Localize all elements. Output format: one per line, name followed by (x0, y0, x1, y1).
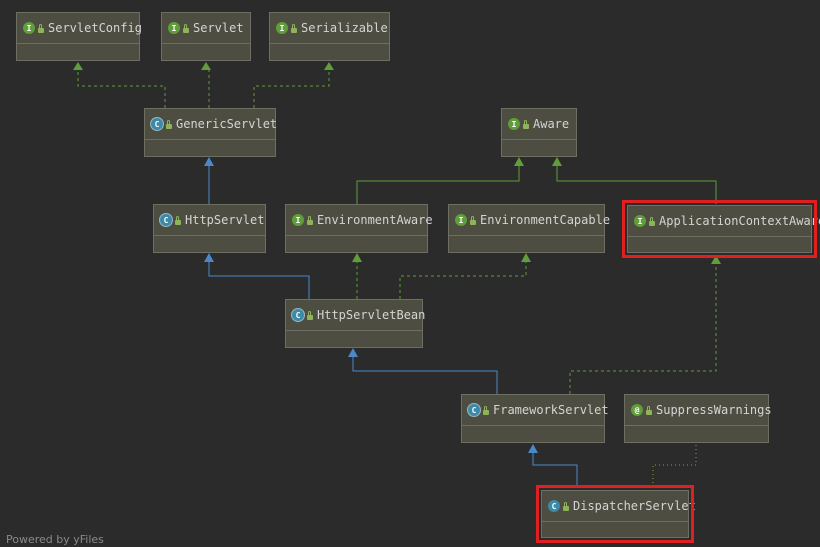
arrowhead-application-context-aware (711, 255, 721, 264)
abstract-class-icon: C (468, 404, 480, 416)
interface-icon: I (168, 22, 180, 34)
node-environment-capable[interactable]: I EnvironmentCapable (448, 204, 610, 253)
node-label: HttpServlet (185, 213, 265, 227)
arrowhead-environment-aware (352, 253, 362, 262)
node-label: SuppressWarnings (656, 403, 772, 417)
node-http-servlet[interactable]: C HttpServlet (153, 204, 266, 253)
lock-icon (307, 310, 313, 320)
node-label: Serializable (301, 21, 388, 35)
class-icon: C (548, 500, 560, 512)
node-http-servlet-bean[interactable]: C HttpServletBean (285, 299, 426, 348)
lock-icon (470, 215, 476, 225)
edge-http-servlet-bean-to-environment-capable (399, 258, 527, 299)
edge-application-context-aware-to-aware (556, 162, 717, 204)
lock-icon (183, 23, 189, 33)
annotation-icon: @ (631, 404, 643, 416)
node-suppress-warnings[interactable]: @ SuppressWarnings (624, 394, 772, 443)
node-label: GenericServlet (176, 117, 278, 131)
edge-generic-servlet-to-servlet-config (77, 66, 166, 108)
node-label: EnvironmentCapable (480, 213, 611, 227)
arrowhead-generic-servlet (204, 157, 214, 166)
edge-framework-servlet-to-http-servlet-bean (352, 353, 498, 394)
lock-icon (563, 501, 569, 511)
node-label: EnvironmentAware (317, 213, 433, 227)
arrowhead-serializable (324, 62, 334, 70)
node-serializable[interactable]: I Serializable (269, 12, 390, 61)
arrowhead-servlet-config (73, 62, 83, 70)
arrowhead-aware-left (514, 157, 524, 166)
lock-icon (291, 23, 297, 33)
arrowhead-http-servlet-bean (348, 348, 358, 357)
arrowhead-framework-servlet (528, 444, 538, 453)
arrowhead-aware-right (552, 157, 562, 166)
node-label: FrameworkServlet (493, 403, 609, 417)
edge-framework-servlet-to-application-context-aware (569, 262, 717, 394)
edge-dispatcher-servlet-to-suppress-warnings (652, 444, 697, 487)
edge-layer (73, 62, 721, 487)
edge-generic-servlet-to-serializable (253, 66, 330, 108)
node-label: ServletConfig (48, 21, 142, 35)
lock-icon (523, 119, 529, 129)
powered-by-footer: Powered by yFiles (6, 533, 104, 546)
abstract-class-icon: C (151, 118, 163, 130)
node-application-context-aware[interactable]: I ApplicationContextAware (622, 200, 820, 258)
node-servlet[interactable]: I Servlet (161, 12, 251, 61)
lock-icon (483, 405, 489, 415)
lock-icon (175, 215, 181, 225)
node-framework-servlet[interactable]: C FrameworkServlet (461, 394, 609, 443)
interface-icon: I (276, 22, 288, 34)
node-label: ApplicationContextAware (659, 214, 820, 228)
abstract-class-icon: C (160, 214, 172, 226)
edge-dispatcher-servlet-to-framework-servlet (532, 449, 578, 487)
lock-icon (38, 23, 44, 33)
edge-http-servlet-bean-to-http-servlet (208, 258, 310, 299)
lock-icon (649, 216, 655, 226)
edge-environment-aware-to-aware (356, 162, 520, 204)
node-generic-servlet[interactable]: C GenericServlet (144, 108, 278, 157)
node-dispatcher-servlet[interactable]: C DispatcherServlet (536, 485, 696, 543)
interface-icon: I (23, 22, 35, 34)
lock-icon (166, 119, 172, 129)
interface-icon: I (292, 214, 304, 226)
node-label: Servlet (193, 21, 244, 35)
arrowhead-servlet (201, 62, 211, 70)
node-label: Aware (533, 117, 570, 131)
arrowhead-http-servlet (204, 253, 214, 262)
lock-icon (646, 405, 652, 415)
node-servlet-config[interactable]: I ServletConfig (16, 12, 142, 61)
node-label: HttpServletBean (317, 308, 426, 322)
interface-icon: I (634, 215, 646, 227)
node-environment-aware[interactable]: I EnvironmentAware (285, 204, 433, 253)
abstract-class-icon: C (292, 309, 304, 321)
node-label: DispatcherServlet (573, 499, 696, 513)
lock-icon (307, 215, 313, 225)
interface-icon: I (455, 214, 467, 226)
arrowhead-environment-capable (521, 253, 531, 262)
interface-icon: I (508, 118, 520, 130)
node-aware[interactable]: I Aware (501, 108, 577, 157)
